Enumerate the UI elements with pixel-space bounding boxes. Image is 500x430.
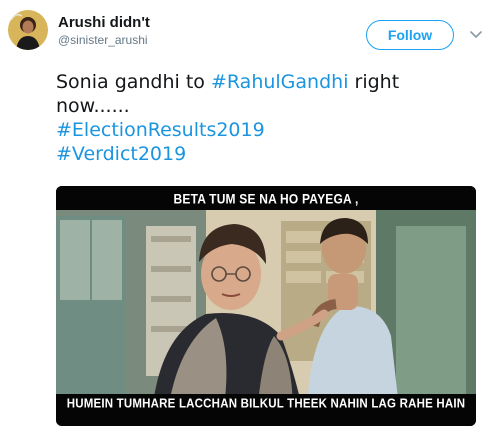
tweet-media[interactable]: BETA TUM SE NA HO PAYEGA , HUMEIN TUMHAR… <box>56 186 476 426</box>
tweet-text: Sonia gandhi to #RahulGandhi right now..… <box>56 70 476 166</box>
hashtag-link[interactable]: #RahulGandhi <box>211 71 349 93</box>
follow-button[interactable]: Follow <box>366 20 454 50</box>
meme-image <box>56 186 476 426</box>
user-handle[interactable]: @sinister_arushi <box>58 32 150 48</box>
avatar-image <box>8 10 48 50</box>
hashtag-link[interactable]: #ElectionResults2019 <box>56 118 476 142</box>
meme-top-caption: BETA TUM SE NA HO PAYEGA , <box>173 191 359 207</box>
chevron-down-icon[interactable] <box>466 26 486 44</box>
meme-bottom-caption: HUMEIN TUMHARE LACCHAN BILKUL THEEK NAHI… <box>66 397 466 411</box>
hashtag-link[interactable]: #Verdict2019 <box>56 142 476 166</box>
tweet-header: Arushi didn't @sinister_arushi Follow <box>8 10 492 60</box>
avatar[interactable] <box>8 10 48 50</box>
tweet-line-2: now...... <box>56 95 130 117</box>
tweet-line-1: Sonia gandhi to #RahulGandhi right <box>56 70 476 94</box>
user-names: Arushi didn't @sinister_arushi <box>58 14 150 48</box>
tweet-suffix: right <box>348 71 400 93</box>
display-name[interactable]: Arushi didn't <box>58 14 150 32</box>
tweet-prefix: Sonia gandhi to <box>56 71 211 93</box>
